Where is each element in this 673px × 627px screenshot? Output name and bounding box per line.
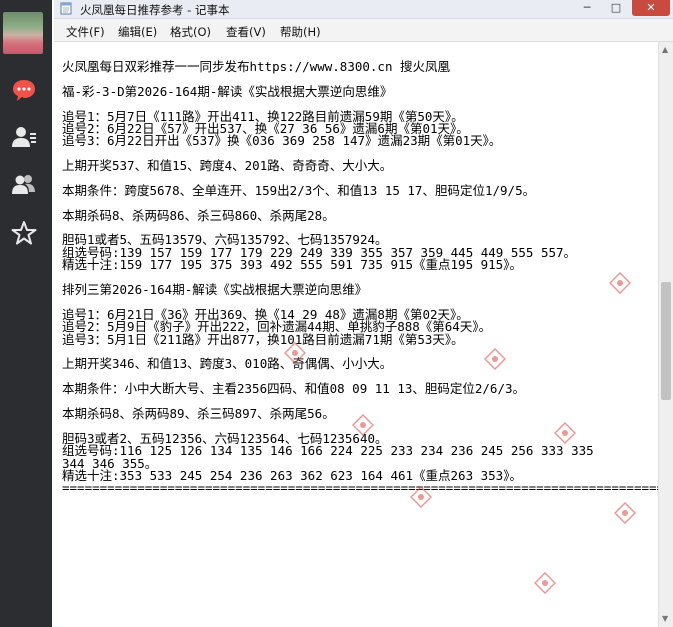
- watermark-logo-icon: [352, 414, 374, 436]
- avatar[interactable]: [3, 12, 43, 54]
- scroll-down-arrow-icon[interactable]: ▼: [662, 614, 668, 623]
- menu-file[interactable]: 文件(F): [66, 24, 105, 40]
- title-bar[interactable]: 火凤凰每日推荐参考 - 记事本 ─ □ ✕: [54, 0, 673, 19]
- chat-sidebar: [0, 0, 52, 627]
- notepad-app-icon: [60, 2, 72, 15]
- watermark-logo-icon: [410, 486, 432, 508]
- text-line: 追号3：5月1日《211路》开出877，换101路目前遗漏71期《第53天》。: [62, 331, 464, 347]
- text-line: 本期杀码8、杀两码86、杀三码860、杀两尾28。: [62, 207, 335, 223]
- watermark-logo-icon: [284, 342, 306, 364]
- watermark-logo-icon: [614, 502, 636, 524]
- text-line: ========================================…: [62, 480, 658, 496]
- text-line: 本期条件：小中大断大号、主看2356四码、和值08 09 11 13、胆码定位2…: [62, 381, 526, 397]
- text-editor[interactable]: 火凤凰每日双彩推荐一一同步发布https://www.8300.cn 搜火凤凰福…: [54, 42, 658, 627]
- favorites-icon[interactable]: [11, 220, 37, 246]
- text-line: 火凤凰每日双彩推荐一一同步发布https://www.8300.cn 搜火凤凰: [62, 59, 451, 74]
- text-line: 福-彩-3-D第2026-164期-解读《实战根据大票逆向思维》: [62, 83, 393, 99]
- watermark-logo-icon: [554, 422, 576, 444]
- window-title: 火凤凰每日推荐参考 - 记事本: [80, 3, 230, 17]
- vertical-scrollbar[interactable]: ▲ ▼: [658, 42, 673, 627]
- menu-bar: 文件(F) 编辑(E) 格式(O) 查看(V) 帮助(H): [54, 19, 673, 42]
- watermark-logo-icon: [609, 272, 631, 294]
- text-line: 精选十注:159 177 195 375 393 492 555 591 735…: [62, 257, 522, 273]
- menu-view[interactable]: 查看(V): [226, 24, 266, 40]
- chat-icon[interactable]: [11, 77, 37, 103]
- watermark-logo-icon: [534, 572, 556, 594]
- watermark-logo-icon: [484, 348, 506, 370]
- text-line: 追号3：6月22日开出《537》换《036 369 258 147》遗漏23期《…: [62, 133, 502, 149]
- text-line: 上期开奖346、和值13、跨度3、010路、奇偶偶、小小大。: [62, 356, 393, 372]
- maximize-button[interactable]: □: [603, 0, 629, 16]
- text-line: 排列三第2026-164期-解读《实战根据大票逆向思维》: [62, 282, 368, 298]
- text-line: 本期条件：跨度5678、全单连开、159出2/3个、和值13 15 17、胆码定…: [62, 182, 536, 198]
- groups-icon[interactable]: [11, 172, 37, 198]
- minimize-button[interactable]: ─: [574, 0, 600, 16]
- menu-help[interactable]: 帮助(H): [280, 24, 321, 40]
- scroll-up-arrow-icon[interactable]: ▲: [662, 45, 668, 54]
- contacts-icon[interactable]: [11, 124, 37, 150]
- scrollbar-thumb[interactable]: [661, 282, 671, 400]
- menu-edit[interactable]: 编辑(E): [118, 24, 157, 40]
- menu-format[interactable]: 格式(O): [170, 24, 211, 40]
- close-button[interactable]: ✕: [632, 0, 670, 16]
- text-line: 上期开奖537、和值15、跨度4、201路、奇奇奇、大小大。: [62, 158, 393, 174]
- notepad-window: 火凤凰每日推荐参考 - 记事本 ─ □ ✕ 文件(F) 编辑(E) 格式(O) …: [54, 0, 673, 627]
